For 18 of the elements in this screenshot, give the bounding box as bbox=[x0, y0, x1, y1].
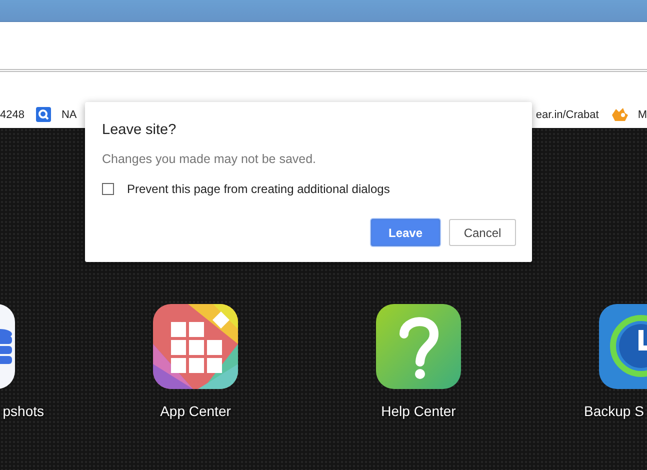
checkbox[interactable] bbox=[102, 183, 114, 195]
hedgehog-icon bbox=[610, 108, 628, 122]
question-mark-icon bbox=[376, 304, 461, 389]
leave-button[interactable]: Leave bbox=[371, 219, 440, 246]
checkbox-label[interactable]: Prevent this page from creating additional dialogs bbox=[127, 182, 390, 196]
bookmark-link[interactable]: M bbox=[610, 108, 647, 122]
app-label[interactable]: pshots bbox=[2, 403, 44, 419]
q-logo-icon bbox=[36, 107, 52, 122]
cancel-button[interactable]: Cancel bbox=[449, 219, 516, 246]
bookmark-link[interactable]: NA bbox=[36, 107, 77, 122]
dialog-title: Leave site? bbox=[102, 122, 178, 138]
app-label[interactable]: Backup S bbox=[584, 403, 644, 419]
app-label[interactable]: Help Center bbox=[381, 403, 456, 419]
app-label[interactable]: App Center bbox=[160, 403, 231, 419]
app-grid-icon bbox=[153, 304, 238, 389]
bookmark-link[interactable]: ear.in/Crabat bbox=[536, 108, 599, 120]
dialog-message: Changes you made may not be saved. bbox=[102, 152, 318, 166]
bookmark-link[interactable]: 4248 bbox=[0, 108, 24, 120]
